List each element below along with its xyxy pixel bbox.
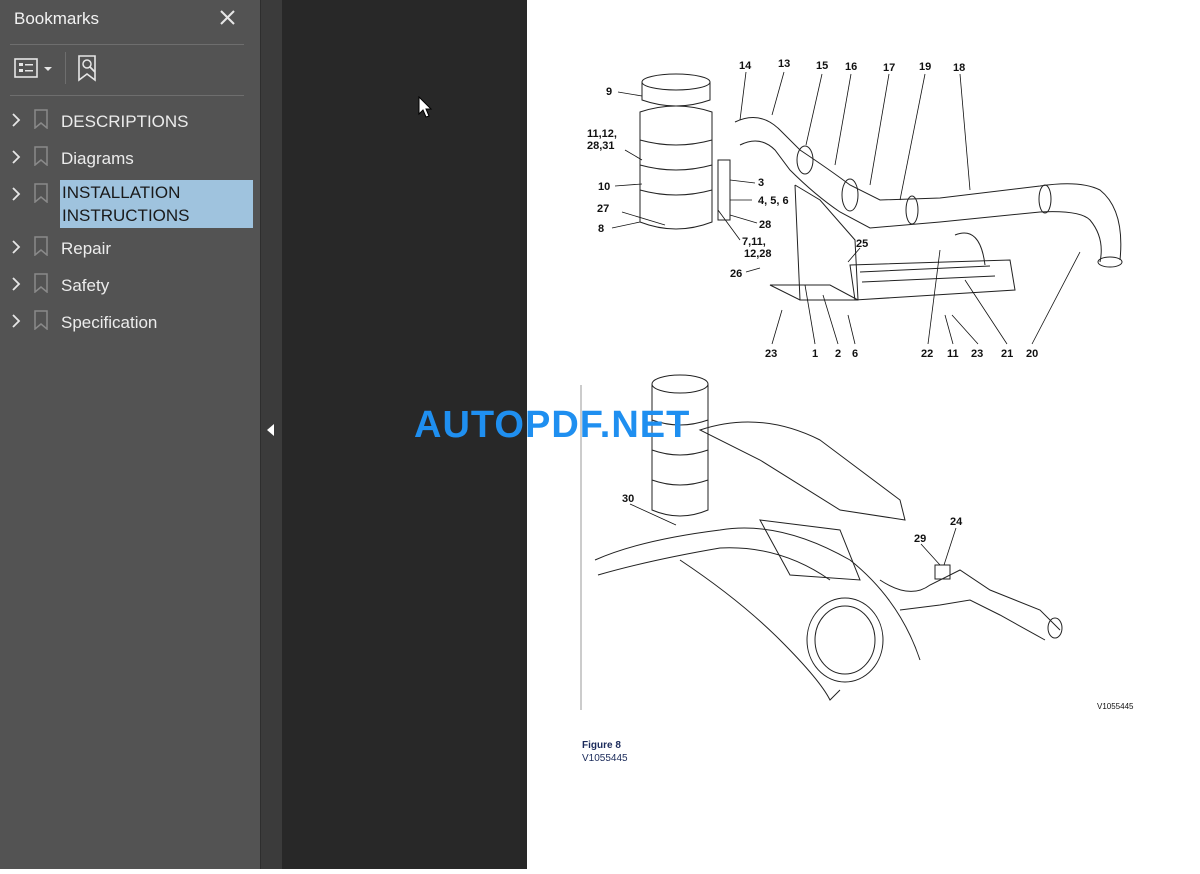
bookmark-item-safety[interactable]: Safety <box>0 267 260 301</box>
callout-20: 20 <box>1026 348 1038 360</box>
callout-17: 17 <box>883 62 895 74</box>
callout-12-28: 12,28 <box>744 248 772 260</box>
bookmark-icon <box>34 236 48 256</box>
bracket-drawing <box>769 184 1016 301</box>
callout-8: 8 <box>598 223 604 235</box>
callout-3: 3 <box>758 177 764 189</box>
figure-caption-title: Figure 8 <box>582 740 621 751</box>
callout-15: 15 <box>816 60 828 72</box>
close-panel-button[interactable] <box>216 6 240 30</box>
callout-18: 18 <box>953 62 965 74</box>
collapse-panel-icon[interactable] <box>267 424 274 436</box>
callout-24: 24 <box>950 516 963 528</box>
bookmark-label: Repair <box>61 239 112 258</box>
air-cleaner-drawing <box>639 73 731 230</box>
bookmark-icon <box>34 310 48 330</box>
callout-7-11: 7,11, <box>742 236 766 248</box>
callout-29: 29 <box>914 533 926 545</box>
callout-2: 2 <box>835 348 841 360</box>
callout-labels: 14 13 15 16 17 19 18 9 11,12, 28,31 10 3… <box>587 58 1134 711</box>
list-options-icon <box>14 58 52 78</box>
bookmark-label: Diagrams <box>61 149 134 168</box>
find-bookmark-button[interactable] <box>76 54 102 84</box>
callout-26: 26 <box>730 268 742 280</box>
chevron-right-icon[interactable] <box>10 111 24 127</box>
intake-pipe-drawing <box>734 117 1123 268</box>
callout-27: 27 <box>597 203 609 215</box>
toolbar-separator <box>65 52 66 84</box>
chevron-right-icon[interactable] <box>10 238 24 254</box>
close-icon <box>220 10 235 25</box>
bookmark-label-selected[interactable]: INSTALLATION INSTRUCTIONS <box>62 181 190 227</box>
panel-title: Bookmarks <box>14 9 100 28</box>
bookmark-label: Specification <box>61 313 158 332</box>
callout-16: 16 <box>845 61 857 73</box>
callout-28: 28 <box>759 219 771 231</box>
figure-corner-id: V1055445 <box>1097 702 1134 711</box>
chevron-right-icon[interactable] <box>10 312 24 328</box>
callout-28-31: 28,31 <box>587 140 615 152</box>
callout-9: 9 <box>606 86 612 98</box>
callout-10: 10 <box>598 181 610 193</box>
bookmark-icon <box>34 109 48 129</box>
callout-19: 19 <box>919 61 931 73</box>
bookmark-icon <box>34 183 48 203</box>
callout-11-12: 11,12, <box>587 128 617 140</box>
callout-11: 11 <box>947 348 959 360</box>
bookmark-label: DESCRIPTIONS <box>61 112 189 131</box>
bookmark-icon <box>34 146 48 166</box>
bookmark-item-diagrams[interactable]: Diagrams <box>0 140 260 174</box>
bookmark-item-repair[interactable]: Repair <box>0 230 260 264</box>
options-menu-button[interactable] <box>14 56 54 82</box>
mouse-cursor-icon <box>418 96 433 118</box>
bookmark-item-descriptions[interactable]: DESCRIPTIONS <box>0 103 260 137</box>
callout-21: 21 <box>1001 348 1013 360</box>
bookmark-label: Safety <box>61 276 110 295</box>
bookmarks-panel: Bookmarks DESCRIPTIONS Diagrams INSTALLA… <box>0 0 260 869</box>
chevron-right-icon[interactable] <box>10 275 24 291</box>
callout-6: 6 <box>852 348 858 360</box>
callout-25: 25 <box>856 238 868 250</box>
bookmark-search-icon <box>78 55 96 82</box>
chevron-right-icon[interactable] <box>10 148 24 164</box>
chevron-right-icon[interactable] <box>10 185 24 201</box>
callout-leaders <box>611 71 1081 566</box>
callout-14: 14 <box>739 60 752 72</box>
divider <box>10 95 244 96</box>
figure-caption-id: V1055445 <box>582 753 628 764</box>
bookmark-item-specification[interactable]: Specification <box>0 304 260 338</box>
divider <box>10 44 244 45</box>
callout-4-5-6: 4, 5, 6 <box>758 195 789 207</box>
callout-13: 13 <box>778 58 790 70</box>
callout-22: 22 <box>921 348 933 360</box>
callout-23b: 23 <box>971 348 983 360</box>
watermark-text: AUTOPDF.NET <box>414 404 691 446</box>
bookmark-icon <box>34 273 48 293</box>
callout-30: 30 <box>622 493 634 505</box>
callout-1: 1 <box>812 348 818 360</box>
callout-23: 23 <box>765 348 777 360</box>
